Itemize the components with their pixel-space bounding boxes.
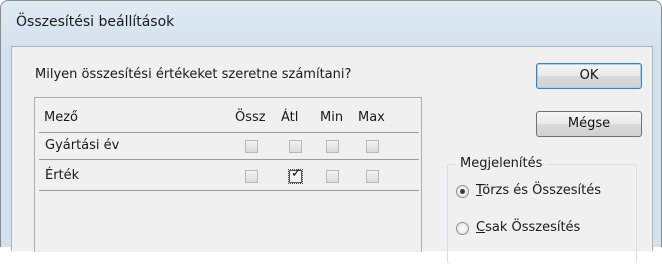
column-header-max: Max <box>358 110 385 125</box>
column-header-sum: Össz <box>235 110 266 125</box>
summary-only-rest: sak Összesítés <box>485 220 581 235</box>
display-group-legend: Megjelenítés <box>456 156 547 171</box>
dialog-title: Összesítési beállítások <box>16 14 175 30</box>
dialog-body: Milyen összesítési értékeket szeretne sz… <box>11 46 653 264</box>
column-header-avg: Átl <box>281 110 299 125</box>
production-year-avg-checkbox[interactable] <box>289 140 302 153</box>
summary-only-radio[interactable] <box>456 222 469 235</box>
body-and-summary-label[interactable]: Törzs és Összesítés <box>476 183 601 198</box>
prompt-label: Milyen összesítési értékeket szeretne sz… <box>35 67 352 82</box>
column-header-min: Min <box>320 110 344 125</box>
ok-button[interactable]: OK <box>536 63 642 89</box>
row-divider <box>39 159 419 160</box>
header-divider <box>39 132 419 133</box>
summary-only-label[interactable]: Csak Összesítés <box>476 220 580 235</box>
body-and-summary-rest: örzs és Összesítés <box>482 183 602 198</box>
cancel-button[interactable]: Mégse <box>536 111 642 137</box>
value-max-checkbox[interactable] <box>366 170 379 183</box>
row-label-production-year: Gyártási év <box>45 138 120 153</box>
dialog-window: Összesítési beállítások Milyen összesíté… <box>0 0 662 264</box>
production-year-min-checkbox[interactable] <box>326 140 339 153</box>
display-groupbox: Megjelenítés Törzs és Összesítés Csak Ös… <box>447 156 637 264</box>
production-year-sum-checkbox[interactable] <box>245 140 258 153</box>
field-column-header: Mező <box>44 110 78 125</box>
value-sum-checkbox[interactable] <box>245 170 258 183</box>
row-label-value: Érték <box>45 168 80 183</box>
production-year-max-checkbox[interactable] <box>366 140 379 153</box>
value-avg-checkbox[interactable]: ✓ <box>288 166 303 184</box>
summary-grid: Mező Össz Átl Min Max Gyártási év Érték … <box>34 97 422 252</box>
value-min-checkbox[interactable] <box>326 170 339 183</box>
summary-only-accesskey: C <box>476 220 486 235</box>
checkmark-icon: ✓ <box>291 166 302 181</box>
body-and-summary-radio[interactable] <box>456 185 469 198</box>
row-divider <box>39 190 419 191</box>
